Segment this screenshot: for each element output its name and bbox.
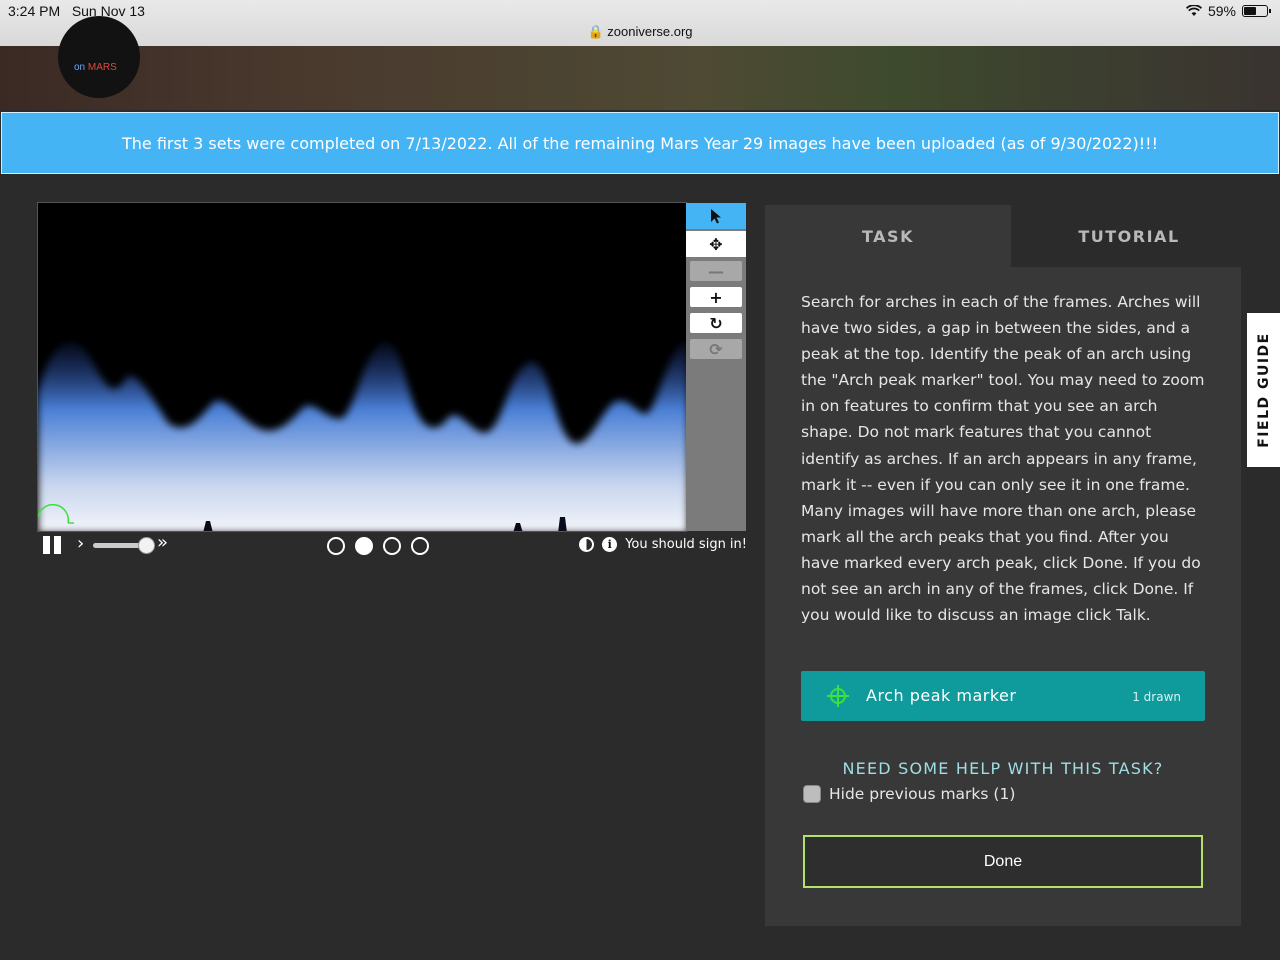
- field-guide-label: FIELD GUIDE: [1255, 332, 1272, 448]
- hide-marks-label: Hide previous marks (1): [829, 785, 1016, 803]
- time-text: 3:24 PM: [8, 3, 61, 19]
- reset-button[interactable]: ⟳: [690, 339, 742, 359]
- viewer-toolbar: ✥ — + ↻ ⟳: [686, 203, 746, 531]
- subject-graphic: [38, 342, 686, 531]
- tab-task-label: TASK: [862, 226, 914, 246]
- battery-percent: 59%: [1207, 3, 1236, 19]
- pointer-button[interactable]: [686, 203, 746, 229]
- address-bar[interactable]: 🔒 zooniverse.org: [0, 24, 1280, 40]
- frame-dot-3[interactable]: [383, 537, 401, 555]
- arch-peak-marker-tool[interactable]: Arch peak marker 1 drawn: [801, 671, 1205, 721]
- status-bar: 3:24 PM Sun Nov 13 🔒 zooniverse.org 59%: [0, 0, 1280, 46]
- tab-tutorial[interactable]: TUTORIAL: [1011, 205, 1247, 267]
- rotate-icon: ↻: [709, 313, 723, 333]
- lock-icon: 🔒: [587, 24, 604, 39]
- field-guide-tab[interactable]: FIELD GUIDE: [1247, 313, 1280, 467]
- logo-on-text: on: [74, 62, 86, 73]
- tool-label: Arch peak marker: [866, 686, 1017, 705]
- frame-dot-2[interactable]: [355, 537, 373, 555]
- slider-handle[interactable]: [138, 537, 155, 554]
- crosshair-icon: [827, 685, 849, 707]
- info-icon[interactable]: i: [602, 537, 618, 552]
- zoom-in-button[interactable]: +: [690, 287, 742, 307]
- project-logo[interactable]: on MARS: [58, 16, 140, 98]
- battery-icon: [1242, 5, 1271, 17]
- wifi-icon: [1185, 5, 1202, 16]
- pointer-icon: [711, 209, 721, 224]
- url-text: zooniverse.org: [607, 24, 693, 39]
- header-banner: on MARS: [0, 16, 1280, 110]
- frame-dot-4[interactable]: [411, 537, 429, 555]
- viewer-info: i You should sign in!: [579, 537, 747, 552]
- task-instructions: Search for arches in each of the frames.…: [801, 293, 1205, 625]
- sign-in-text: You should sign in!: [625, 537, 747, 552]
- frame-dot-1[interactable]: [327, 537, 345, 555]
- move-icon: ✥: [709, 234, 723, 254]
- frame-selector: [327, 537, 429, 555]
- help-link[interactable]: NEED SOME HELP WITH THIS TASK?: [801, 759, 1205, 778]
- tool-count: 1 drawn: [1132, 690, 1181, 704]
- status-time: 3:24 PM Sun Nov 13: [8, 3, 145, 19]
- hide-previous-marks[interactable]: Hide previous marks (1): [803, 785, 1015, 803]
- announcement-banner: The first 3 sets were completed on 7/13/…: [1, 112, 1279, 174]
- status-right: 59%: [1185, 3, 1271, 19]
- zoom-in-icon: +: [709, 287, 723, 307]
- subject-image[interactable]: [37, 202, 687, 532]
- speed-slider[interactable]: [93, 537, 155, 554]
- tab-task[interactable]: TASK: [765, 205, 1011, 267]
- zoom-out-icon: —: [708, 261, 724, 281]
- logo-mars-text: MARS: [87, 62, 117, 73]
- fast-speed-icon: »: [157, 532, 169, 553]
- move-button[interactable]: ✥: [686, 231, 746, 257]
- tab-tutorial-label: TUTORIAL: [1078, 226, 1180, 246]
- announcement-text: The first 3 sets were completed on 7/13/…: [121, 133, 1159, 153]
- zoom-out-button[interactable]: —: [690, 261, 742, 281]
- task-panel: TASK TUTORIAL Search for arches in each …: [765, 205, 1247, 926]
- playback-controls: › » i You should sign in!: [37, 532, 747, 559]
- hide-marks-checkbox[interactable]: [803, 785, 821, 803]
- invert-icon[interactable]: [579, 537, 595, 552]
- done-button[interactable]: Done: [803, 835, 1203, 888]
- rotate-button[interactable]: ↻: [690, 313, 742, 333]
- slow-speed-icon: ›: [77, 533, 85, 554]
- pause-icon[interactable]: [43, 536, 63, 554]
- reset-icon: ⟳: [709, 339, 723, 359]
